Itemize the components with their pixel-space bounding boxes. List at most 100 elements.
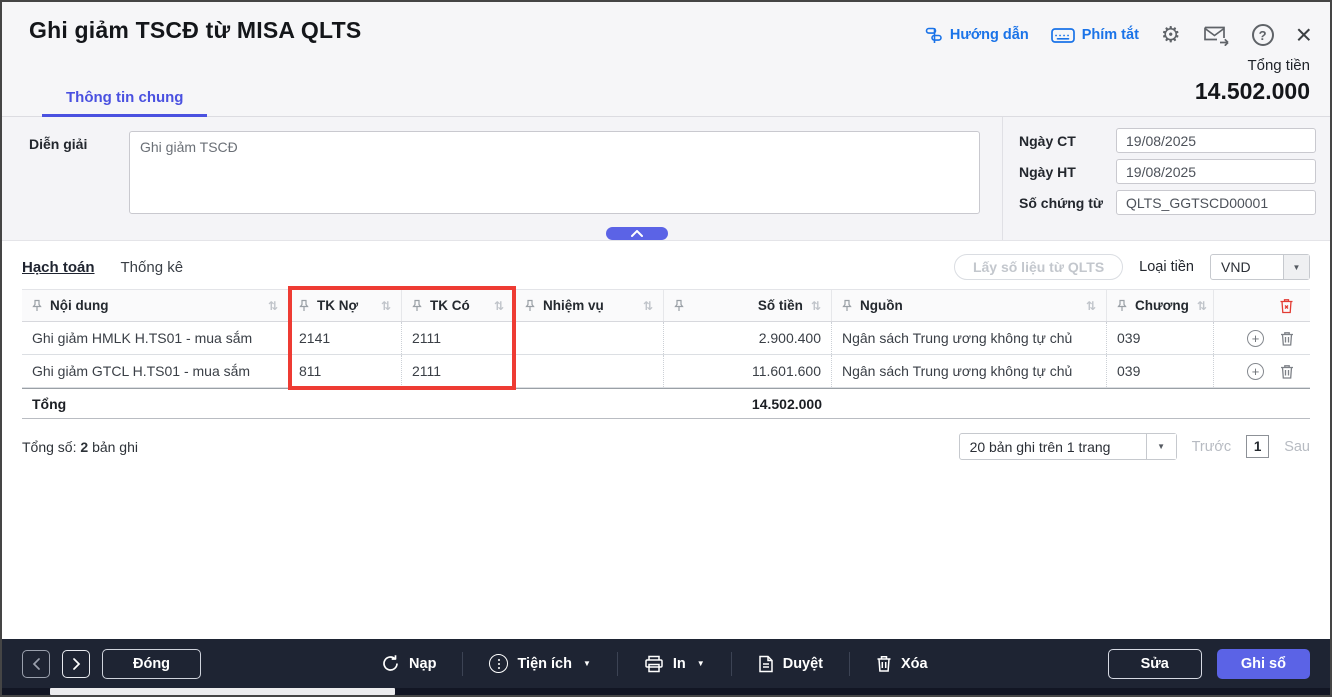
table-header-row: Nội dung ⇅ TK Nợ ⇅ TK Có ⇅ Nhiệm vụ ⇅ Số… [22,289,1310,322]
shortcuts-label: Phím tắt [1081,27,1139,43]
table-row[interactable]: Ghi giảm GTCL H.TS01 - mua sắm 811 2111 … [22,355,1310,388]
col-header-amount[interactable]: Số tiền ⇅ [664,290,832,321]
cell-content[interactable]: Ghi giảm HMLK H.TS01 - mua sắm [22,322,289,354]
pin-icon [525,299,535,312]
next-record-button[interactable] [62,649,90,678]
description-group: Diễn giải Ghi giảm TSCĐ [2,117,1002,240]
col-header-credit[interactable]: TK Có ⇅ [402,290,515,321]
guide-link[interactable]: Hướng dẫn [924,26,1029,45]
trash-icon [876,655,892,672]
cell-amount[interactable]: 11.601.600 [664,355,832,387]
current-page[interactable]: 1 [1246,435,1270,458]
post-date-label: Ngày HT [1019,163,1076,180]
dialog-header: Ghi giảm TSCĐ từ MISA QLTS Hướng dẫn Phí… [2,2,1330,117]
delete-row-icon[interactable] [1280,331,1294,346]
sort-icon[interactable]: ⇅ [494,299,504,313]
page-size-select[interactable]: 20 bản ghi trên 1 trang ▼ [958,433,1177,460]
cell-source[interactable]: Ngân sách Trung ương không tự chủ [832,355,1107,387]
signpost-icon [924,26,943,45]
cell-content[interactable]: Ghi giảm GTCL H.TS01 - mua sắm [22,355,289,387]
shortcuts-link[interactable]: Phím tắt [1050,27,1139,44]
scrollbar-thumb[interactable] [50,688,395,695]
tab-accounting[interactable]: Hạch toán [22,259,95,276]
col-header-content[interactable]: Nội dung ⇅ [22,290,289,321]
col-header-source[interactable]: Nguồn ⇅ [832,290,1107,321]
chevron-down-icon: ▼ [582,659,591,668]
prev-record-button[interactable] [22,649,50,678]
utilities-icon [489,654,509,673]
cell-chapter[interactable]: 039 [1107,355,1214,387]
guide-label: Hướng dẫn [949,27,1029,43]
table-row[interactable]: Ghi giảm HMLK H.TS01 - mua sắm 2141 2111… [22,322,1310,355]
cell-source[interactable]: Ngân sách Trung ương không tự chủ [832,322,1107,354]
currency-label: Loại tiền [1139,259,1194,275]
doc-date-input[interactable] [1116,128,1316,153]
description-label: Diễn giải [29,136,88,152]
col-header-debit[interactable]: TK Nợ ⇅ [289,290,402,321]
tab-bar: Thông tin chung [2,83,1330,117]
description-input[interactable]: Ghi giảm TSCĐ [129,131,980,214]
approve-button[interactable]: Duyệt [758,655,823,673]
utilities-button[interactable]: Tiện ích ▼ [489,654,591,673]
next-page-button[interactable]: Sau [1284,439,1310,455]
toolbar-divider [462,651,464,676]
prev-page-button[interactable]: Trước [1192,439,1232,455]
sort-icon[interactable]: ⇅ [643,299,653,313]
cell-credit[interactable]: 2111 [402,322,515,354]
cell-task[interactable] [515,322,664,354]
mail-feedback-icon[interactable] [1203,25,1230,46]
doc-no-input[interactable] [1116,190,1316,215]
sort-icon[interactable]: ⇅ [1086,299,1096,313]
cell-amount[interactable]: 2.900.400 [664,322,832,354]
sort-icon[interactable]: ⇅ [811,299,821,313]
dialog-window: Ghi giảm TSCĐ từ MISA QLTS Hướng dẫn Phí… [0,0,1332,697]
delete-button[interactable]: Xóa [876,655,928,672]
printer-icon [644,655,664,673]
cell-chapter[interactable]: 039 [1107,322,1214,354]
col-header-chapter[interactable]: Chương ⇅ [1107,290,1214,321]
collapse-panel-button[interactable] [606,227,668,240]
toolbar-divider [730,651,732,676]
help-icon[interactable]: ? [1251,24,1274,46]
delete-row-icon[interactable] [1280,364,1294,379]
total-amount: 14.502.000 [751,395,822,412]
post-date-input[interactable] [1116,159,1316,184]
toolbar-divider [849,651,851,676]
cell-actions: + [1214,322,1310,354]
cell-credit[interactable]: 2111 [402,355,515,387]
sort-icon[interactable]: ⇅ [1197,299,1207,313]
sort-icon[interactable]: ⇅ [268,299,278,313]
doc-date-label: Ngày CT [1019,132,1076,149]
grand-total-label: Tổng tiền [1247,57,1310,74]
pin-icon [32,299,42,312]
chevron-down-icon: ▼ [696,659,705,668]
accounting-table: Nội dung ⇅ TK Nợ ⇅ TK Có ⇅ Nhiệm vụ ⇅ Số… [22,286,1310,419]
edit-button[interactable]: Sửa [1107,648,1202,679]
delete-all-icon[interactable] [1279,298,1294,314]
col-header-actions [1214,290,1310,321]
fetch-qlts-button[interactable]: Lấy số liệu từ QLTS [953,254,1124,280]
cell-debit[interactable]: 811 [289,355,402,387]
tab-general-info[interactable]: Thông tin chung [42,83,208,117]
close-icon[interactable]: × [1296,21,1312,49]
close-button[interactable]: Đóng [102,648,202,679]
print-button[interactable]: In ▼ [644,655,705,673]
pin-icon [299,299,309,312]
cell-debit[interactable]: 2141 [289,322,402,354]
currency-value: VND [1221,259,1251,275]
horizontal-scrollbar[interactable] [2,688,1330,695]
sort-icon[interactable]: ⇅ [381,299,391,313]
currency-select[interactable]: VND ▼ [1210,254,1310,280]
record-count: Tổng số: 2 bản ghi [22,438,138,455]
page-size-value: 20 bản ghi trên 1 trang [969,438,1111,455]
save-button[interactable]: Ghi sổ [1216,648,1310,679]
tab-statistics[interactable]: Thống kê [121,259,184,276]
add-row-icon[interactable]: + [1247,329,1264,347]
pin-icon [1117,299,1127,312]
cell-actions: + [1214,355,1310,387]
cell-task[interactable] [515,355,664,387]
col-header-task[interactable]: Nhiệm vụ ⇅ [515,290,664,321]
gear-icon[interactable]: ⚙ [1161,22,1181,48]
reload-button[interactable]: Nạp [381,654,436,673]
add-row-icon[interactable]: + [1247,362,1264,380]
